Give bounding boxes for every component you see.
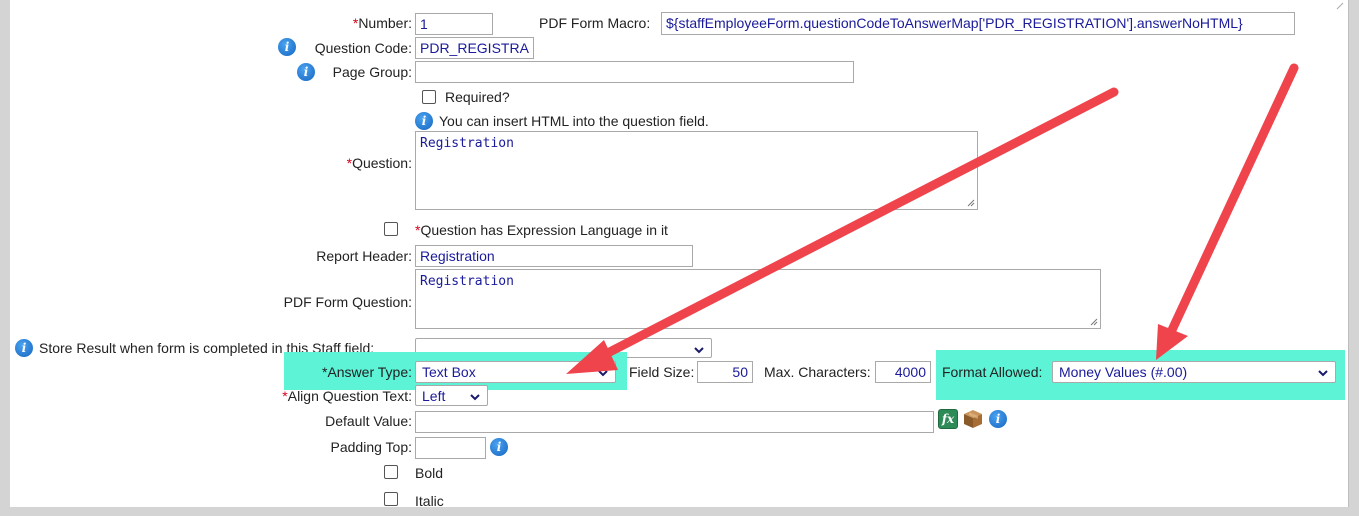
- red-arrow-annotation: [566, 87, 1119, 374]
- red-arrow-annotation: [1156, 63, 1299, 360]
- annotation-arrows: [566, 63, 1299, 374]
